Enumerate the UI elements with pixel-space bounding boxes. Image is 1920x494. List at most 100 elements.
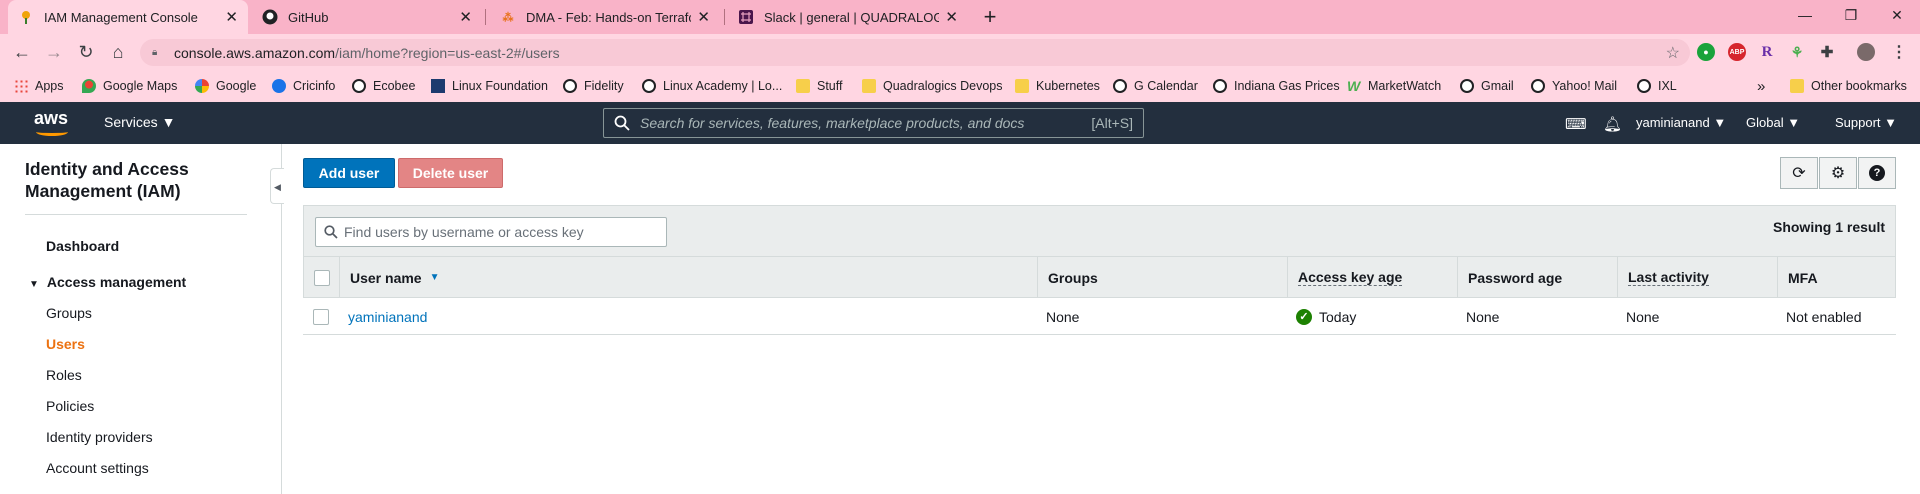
linux-foundation-icon [431, 79, 445, 93]
aws-logo[interactable]: aws [34, 108, 74, 138]
new-tab-button[interactable]: + [977, 4, 1003, 30]
globe-icon [563, 79, 577, 93]
tab-dma[interactable]: ⁂ DMA - Feb: Hands-on Terraform ✕ [490, 0, 720, 34]
globe-icon [352, 79, 366, 93]
caret-down-icon: ▼ [1787, 115, 1801, 130]
bookmark-quadralogics-devops[interactable]: Quadralogics Devops [862, 70, 1003, 102]
tab-github[interactable]: GitHub ✕ [252, 0, 482, 34]
bookmarks-overflow-button[interactable]: » [1757, 70, 1765, 102]
table-row[interactable]: yaminianand None ✓ Today None None Not en… [303, 298, 1896, 335]
column-mfa[interactable]: MFA [1777, 257, 1895, 298]
bookmark-ixl[interactable]: IXL [1637, 70, 1677, 102]
user-name-link[interactable]: yaminianand [348, 309, 427, 325]
bookmark-gmail[interactable]: Gmail [1460, 70, 1514, 102]
close-icon[interactable]: ✕ [697, 8, 710, 26]
sidebar-item-users[interactable]: Users [46, 336, 85, 352]
sidebar-collapse-button[interactable]: ◀ [270, 168, 284, 204]
tab-title: GitHub [288, 9, 329, 25]
bookmark-label: Indiana Gas Prices [1234, 79, 1340, 93]
forward-icon[interactable]: → [40, 38, 68, 66]
more-menu-icon[interactable]: ⋮ [1890, 43, 1908, 61]
extensions-puzzle-icon[interactable]: ✚ [1818, 43, 1836, 61]
help-button[interactable]: ? [1858, 157, 1896, 189]
bell-icon[interactable]: 🔔︎ [1603, 115, 1622, 133]
profile-avatar[interactable] [1857, 43, 1875, 61]
cloudshell-icon[interactable]: ⌨ [1565, 115, 1587, 133]
sidebar-item-identity-providers[interactable]: Identity providers [46, 429, 153, 445]
sidebar-item-account-settings[interactable]: Account settings [46, 460, 149, 476]
bookmark-label: Kubernetes [1036, 79, 1100, 93]
bookmark-indiana-gas-prices[interactable]: Indiana Gas Prices [1213, 70, 1340, 102]
bookmark-stuff[interactable]: Stuff [796, 70, 842, 102]
account-menu[interactable]: yaminianand ▼ [1636, 115, 1726, 130]
support-label: Support [1835, 115, 1881, 130]
add-user-button[interactable]: Add user [303, 158, 395, 188]
result-count: Showing 1 result [1772, 219, 1885, 235]
column-user-name[interactable]: User name ▼ [339, 257, 1039, 298]
sidebar-item-policies[interactable]: Policies [46, 398, 94, 414]
tab-title: DMA - Feb: Hands-on Terraform [526, 9, 691, 25]
tab-separator [485, 9, 486, 25]
row-checkbox[interactable] [313, 308, 329, 325]
reload-icon[interactable]: ↻ [72, 38, 100, 66]
iam-sidebar: Identity and Access Management (IAM) Das… [0, 144, 282, 494]
bookmark-google[interactable]: Google [195, 70, 256, 102]
services-label: Services [104, 114, 158, 130]
globe-icon [1460, 79, 1474, 93]
sidebar-item-groups[interactable]: Groups [46, 305, 92, 321]
bookmark-cricinfo[interactable]: Cricinfo [272, 70, 335, 102]
bookmark-linux-academy[interactable]: Linux Academy | Lo... [642, 70, 782, 102]
sidebar-item-roles[interactable]: Roles [46, 367, 82, 383]
bookmark-ecobee[interactable]: Ecobee [352, 70, 415, 102]
github-icon [262, 9, 278, 25]
address-bar[interactable]: 🔒︎ console.aws.amazon.com/iam/home?regio… [140, 39, 1690, 66]
bookmark-marketwatch[interactable]: W MarketWatch [1347, 70, 1441, 102]
other-bookmarks[interactable]: Other bookmarks [1790, 70, 1907, 102]
tab-iam-console[interactable]: IAM Management Console ✕ [8, 0, 248, 34]
bookmark-label: MarketWatch [1368, 79, 1442, 93]
delete-user-button[interactable]: Delete user [398, 158, 503, 188]
access-key-age-value: Today [1319, 308, 1357, 325]
refresh-button[interactable]: ⟳ [1780, 157, 1818, 189]
bookmark-g-calendar[interactable]: G Calendar [1113, 70, 1198, 102]
close-icon[interactable]: ✕ [945, 8, 958, 26]
bookmark-apps[interactable]: Apps [14, 70, 64, 102]
caret-down-icon: ▼ [1713, 115, 1727, 130]
extension-leaf-icon[interactable]: ⚘ [1788, 43, 1806, 61]
column-groups[interactable]: Groups [1037, 257, 1287, 298]
minimize-icon[interactable]: — [1782, 0, 1828, 30]
services-menu[interactable]: Services ▼ [104, 114, 175, 130]
sidebar-section-access-management[interactable]: ▼ Access management [29, 274, 186, 290]
column-access-key-age[interactable]: Access key age [1287, 257, 1457, 298]
column-last-activity[interactable]: Last activity [1617, 257, 1777, 298]
bookmark-kubernetes[interactable]: Kubernetes [1015, 70, 1100, 102]
region-menu[interactable]: Global ▼ [1746, 115, 1800, 130]
adblock-icon[interactable]: ABP [1728, 43, 1746, 61]
bookmark-fidelity[interactable]: Fidelity [563, 70, 624, 102]
bookmark-yahoo-mail[interactable]: Yahoo! Mail [1531, 70, 1617, 102]
back-icon[interactable]: ← [8, 38, 36, 66]
sidebar-item-dashboard[interactable]: Dashboard [46, 238, 119, 254]
close-window-icon[interactable]: ✕ [1874, 0, 1920, 30]
column-password-age[interactable]: Password age [1457, 257, 1617, 298]
column-label: User name [350, 269, 422, 286]
support-menu[interactable]: Support ▼ [1835, 115, 1897, 130]
bookmark-google-maps[interactable]: Google Maps [82, 70, 177, 102]
select-all-checkbox[interactable] [314, 269, 330, 286]
find-users-input[interactable]: Find users by username or access key [315, 217, 667, 247]
region-label: Global [1746, 115, 1784, 130]
close-icon[interactable]: ✕ [225, 8, 238, 26]
tab-separator [724, 9, 725, 25]
bookmark-linux-foundation[interactable]: Linux Foundation [431, 70, 548, 102]
service-search-input[interactable]: Search for services, features, marketpla… [603, 108, 1144, 138]
extension-green-icon[interactable]: ● [1697, 43, 1715, 61]
restore-icon[interactable]: ❐ [1828, 0, 1874, 30]
sidebar-divider [25, 214, 247, 215]
tab-slack[interactable]: Slack | general | QUADRALOGICS ✕ [728, 0, 968, 34]
home-icon[interactable]: ⌂ [104, 38, 132, 66]
close-icon[interactable]: ✕ [459, 8, 472, 26]
extension-r-icon[interactable]: R [1758, 43, 1776, 61]
dma-icon: ⁂ [502, 11, 514, 24]
settings-button[interactable]: ⚙ [1819, 157, 1857, 189]
bookmark-star-icon[interactable]: ☆ [1666, 43, 1680, 63]
